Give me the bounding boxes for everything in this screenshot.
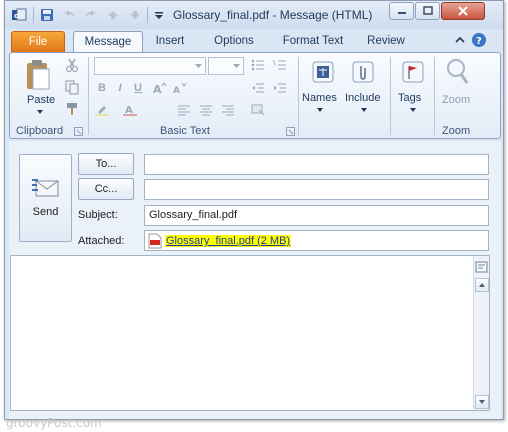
group-separator bbox=[390, 57, 391, 135]
redo-icon[interactable] bbox=[83, 7, 99, 23]
cc-field[interactable] bbox=[144, 179, 489, 200]
message-window: o Glossary_final.pdf - Message (HTML) Fi… bbox=[4, 0, 504, 420]
tab-options[interactable]: Options bbox=[205, 31, 263, 53]
qat-separator bbox=[147, 7, 148, 23]
dropdown-arrow-icon[interactable] bbox=[36, 109, 44, 115]
to-button[interactable]: To... bbox=[78, 153, 134, 175]
tab-file[interactable]: File bbox=[11, 31, 65, 53]
tab-review[interactable]: Review bbox=[361, 31, 411, 53]
send-icon bbox=[32, 177, 60, 199]
ribbon-panel: Paste Clipboard B I U A A A Basic Text N… bbox=[9, 52, 501, 139]
customize-icon[interactable] bbox=[151, 7, 167, 23]
address-book-icon[interactable] bbox=[310, 59, 336, 85]
watermark: groovyPost.com bbox=[6, 416, 102, 430]
tab-format-text[interactable]: Format Text bbox=[275, 31, 351, 53]
format-painter-icon[interactable] bbox=[64, 101, 80, 117]
save-icon[interactable] bbox=[39, 7, 55, 23]
svg-text:?: ? bbox=[476, 36, 482, 47]
scroll-down-icon[interactable] bbox=[475, 395, 489, 409]
group-separator bbox=[88, 57, 89, 135]
group-separator bbox=[434, 57, 435, 135]
cut-icon[interactable] bbox=[64, 57, 80, 73]
dialog-launcher-icon[interactable] bbox=[74, 127, 83, 136]
svg-text:o: o bbox=[14, 12, 19, 20]
basic-text-group-label: Basic Text bbox=[160, 125, 210, 137]
ribbon-tabs: File Message Insert Options Format Text … bbox=[5, 29, 503, 54]
dropdown-arrow-icon[interactable] bbox=[409, 107, 417, 113]
attached-field: Glossary_final.pdf (2 MB) bbox=[144, 230, 489, 251]
underline-icon[interactable]: U bbox=[130, 81, 146, 95]
message-body[interactable] bbox=[10, 255, 490, 411]
dropdown-arrow-icon bbox=[233, 63, 240, 69]
grow-font-icon[interactable]: A bbox=[152, 81, 168, 95]
scroll-up-icon[interactable] bbox=[475, 278, 489, 292]
dropdown-arrow-icon[interactable] bbox=[316, 107, 324, 113]
group-separator bbox=[298, 57, 299, 135]
compose-area: Send To... Cc... Subject: Glossary_final… bbox=[9, 141, 501, 419]
previous-icon[interactable] bbox=[105, 7, 121, 23]
numbering-icon[interactable] bbox=[272, 58, 288, 72]
minimize-ribbon-icon[interactable] bbox=[453, 33, 467, 47]
shrink-font-icon[interactable]: A bbox=[172, 81, 188, 95]
flag-icon[interactable] bbox=[400, 59, 426, 85]
align-right-icon[interactable] bbox=[220, 103, 236, 117]
attach-icon[interactable] bbox=[350, 59, 376, 85]
italic-icon[interactable]: I bbox=[112, 81, 128, 95]
subject-field[interactable]: Glossary_final.pdf bbox=[144, 205, 489, 226]
dropdown-arrow-icon bbox=[195, 63, 202, 69]
ruler-icon[interactable] bbox=[475, 260, 489, 274]
attached-label: Attached: bbox=[78, 235, 125, 247]
maximize-button[interactable] bbox=[415, 2, 440, 20]
bold-icon[interactable]: B bbox=[94, 81, 110, 95]
paste-button-label[interactable]: Paste bbox=[27, 94, 55, 106]
send-button[interactable]: Send bbox=[19, 154, 72, 242]
increase-indent-icon[interactable] bbox=[272, 81, 288, 95]
send-label: Send bbox=[32, 206, 59, 218]
cc-button[interactable]: Cc... bbox=[78, 178, 134, 200]
vertical-scrollbar[interactable] bbox=[473, 256, 489, 410]
tab-insert[interactable]: Insert bbox=[147, 31, 193, 53]
bullets-icon[interactable] bbox=[250, 58, 266, 72]
undo-icon[interactable] bbox=[61, 7, 77, 23]
minimize-button[interactable] bbox=[389, 2, 414, 20]
zoom-button-label[interactable]: Zoom bbox=[442, 94, 470, 106]
font-name-combo[interactable] bbox=[94, 57, 206, 75]
attachment-link[interactable]: Glossary_final.pdf (2 MB) bbox=[165, 235, 292, 247]
close-button[interactable] bbox=[441, 2, 485, 20]
next-icon[interactable] bbox=[127, 7, 143, 23]
highlight-icon[interactable] bbox=[94, 103, 110, 117]
zoom-group-label: Zoom bbox=[442, 125, 471, 137]
svg-text:A: A bbox=[173, 86, 180, 94]
include-button-label[interactable]: Include bbox=[345, 92, 380, 104]
pdf-icon bbox=[148, 233, 162, 249]
svg-text:A: A bbox=[153, 83, 162, 94]
decrease-indent-icon[interactable] bbox=[250, 81, 266, 95]
subject-label: Subject: bbox=[78, 209, 118, 221]
font-size-combo[interactable] bbox=[208, 57, 244, 75]
help-icon[interactable]: ? bbox=[471, 32, 487, 48]
names-button-label[interactable]: Names bbox=[302, 92, 337, 104]
qat-separator bbox=[33, 7, 34, 23]
title-bar: o Glossary_final.pdf - Message (HTML) bbox=[5, 1, 503, 29]
align-left-icon[interactable] bbox=[176, 103, 192, 117]
dialog-launcher-icon[interactable] bbox=[286, 127, 295, 136]
subject-value: Glossary_final.pdf bbox=[149, 209, 238, 221]
paste-icon[interactable] bbox=[24, 59, 52, 91]
copy-icon[interactable] bbox=[64, 79, 80, 95]
window-title: Glossary_final.pdf - Message (HTML) bbox=[173, 8, 373, 22]
zoom-icon[interactable] bbox=[444, 57, 470, 87]
tags-button-label[interactable]: Tags bbox=[398, 92, 421, 104]
outlook-icon[interactable]: o bbox=[11, 7, 27, 23]
align-center-icon[interactable] bbox=[198, 103, 214, 117]
tab-message[interactable]: Message bbox=[73, 31, 143, 54]
font-color-icon[interactable]: A bbox=[122, 103, 138, 117]
to-field[interactable] bbox=[144, 154, 489, 175]
dropdown-arrow-icon[interactable] bbox=[360, 107, 368, 113]
clear-formatting-icon[interactable] bbox=[250, 103, 266, 117]
clipboard-group-label: Clipboard bbox=[16, 125, 64, 137]
